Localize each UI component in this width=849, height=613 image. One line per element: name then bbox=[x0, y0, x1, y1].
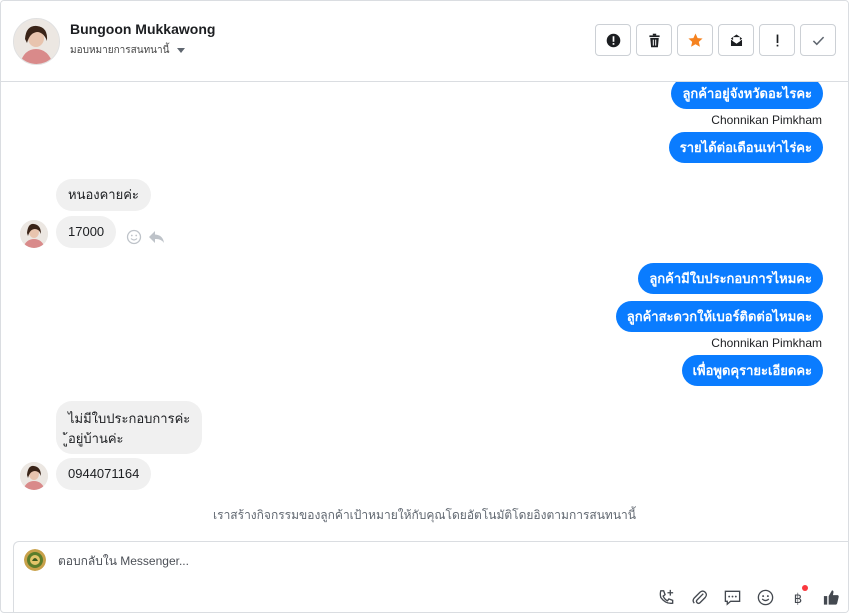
mark-done-button[interactable] bbox=[800, 24, 836, 56]
sender-name: Chonnikan Pimkham bbox=[711, 336, 822, 350]
saved-reply-icon bbox=[724, 590, 740, 606]
conversation-header: Bungoon Mukkawong มอบหมายการสนทนานี้ bbox=[1, 1, 848, 82]
alert-circle-icon bbox=[606, 33, 620, 47]
follow-up-button[interactable] bbox=[759, 24, 795, 56]
trash-icon bbox=[648, 33, 660, 47]
caret-down-icon bbox=[177, 48, 186, 53]
outgoing-message[interactable]: รายได้ต่อเดือนเท่าไร่คะ bbox=[668, 132, 823, 163]
mark-unread-button[interactable] bbox=[718, 24, 754, 56]
composer-actions: ฿ bbox=[655, 585, 842, 608]
star-icon bbox=[687, 33, 703, 47]
incoming-message[interactable]: หนองคายค่ะ bbox=[56, 179, 151, 211]
incoming-message[interactable]: ไม่มีใบประกอบการค่ะ ู้อยู่บ้านค่ะ bbox=[56, 401, 203, 454]
assign-label: มอบหมายการสนทนานี้ bbox=[70, 45, 170, 56]
saved-replies-button[interactable] bbox=[721, 586, 743, 608]
incoming-message[interactable]: 0944071164 bbox=[56, 458, 152, 490]
report-spam-button[interactable] bbox=[595, 24, 631, 56]
emoji-button[interactable] bbox=[754, 586, 776, 608]
lead-activity-notice: เราสร้างกิจกรรมของลูกค้าเป้าหมายให้กับคุ… bbox=[213, 508, 636, 522]
inbox-conversation-panel: Bungoon Mukkawong มอบหมายการสนทนานี้ ลูก… bbox=[0, 0, 849, 613]
page-avatar bbox=[24, 549, 46, 571]
message-line: ไม่มีใบประกอบการค่ะ bbox=[68, 411, 191, 426]
add-contact-icon bbox=[659, 589, 673, 604]
sender-name: Chonnikan Pimkham bbox=[711, 113, 822, 127]
message-thread: ลูกค้าอยู่จังหวัดอะไรคะ Chonnikan Pimkha… bbox=[1, 82, 848, 537]
conversation-toolbar bbox=[595, 24, 836, 56]
assign-conversation-dropdown[interactable]: มอบหมายการสนทนานี้ bbox=[70, 43, 186, 58]
star-button[interactable] bbox=[677, 24, 713, 56]
svg-text:฿: ฿ bbox=[793, 592, 801, 607]
like-button[interactable] bbox=[820, 586, 842, 608]
exclamation-icon bbox=[776, 34, 778, 46]
attach-button[interactable] bbox=[688, 586, 710, 608]
reply-arrow-icon bbox=[149, 231, 164, 243]
outgoing-message[interactable]: เพื่อพูดคุรายะเอียดคะ bbox=[681, 355, 823, 386]
envelope-icon bbox=[729, 34, 743, 47]
contact-avatar-small[interactable] bbox=[20, 220, 48, 248]
contact-name[interactable]: Bungoon Mukkawong bbox=[70, 21, 215, 37]
smiley-icon bbox=[126, 229, 142, 245]
add-contact-button[interactable] bbox=[655, 586, 677, 608]
like-icon bbox=[823, 589, 839, 605]
outgoing-message[interactable]: ลูกค้าสะดวกให้เบอร์ติดต่อไหมคะ bbox=[615, 301, 823, 332]
notification-dot bbox=[802, 585, 808, 591]
delete-button[interactable] bbox=[636, 24, 672, 56]
message-line: ู้อยู่บ้านค่ะ bbox=[68, 431, 124, 446]
outgoing-message[interactable]: ลูกค้าอยู่จังหวัดอะไรคะ bbox=[671, 82, 823, 109]
contact-avatar-small[interactable] bbox=[20, 462, 48, 490]
message-actions bbox=[126, 229, 165, 250]
checkmark-icon bbox=[812, 36, 824, 45]
reply-input[interactable] bbox=[58, 554, 658, 568]
emoji-icon bbox=[757, 589, 773, 605]
reply-composer: ฿ bbox=[13, 541, 848, 612]
outgoing-message[interactable]: ลูกค้ามีใบประกอบการไหมคะ bbox=[638, 263, 823, 294]
incoming-message[interactable]: 17000 bbox=[56, 216, 117, 248]
reply-button[interactable] bbox=[148, 229, 165, 250]
payment-button[interactable]: ฿ bbox=[787, 585, 809, 608]
attachment-icon bbox=[691, 589, 707, 604]
contact-avatar[interactable] bbox=[13, 18, 60, 65]
react-emoji-button[interactable] bbox=[126, 229, 142, 250]
